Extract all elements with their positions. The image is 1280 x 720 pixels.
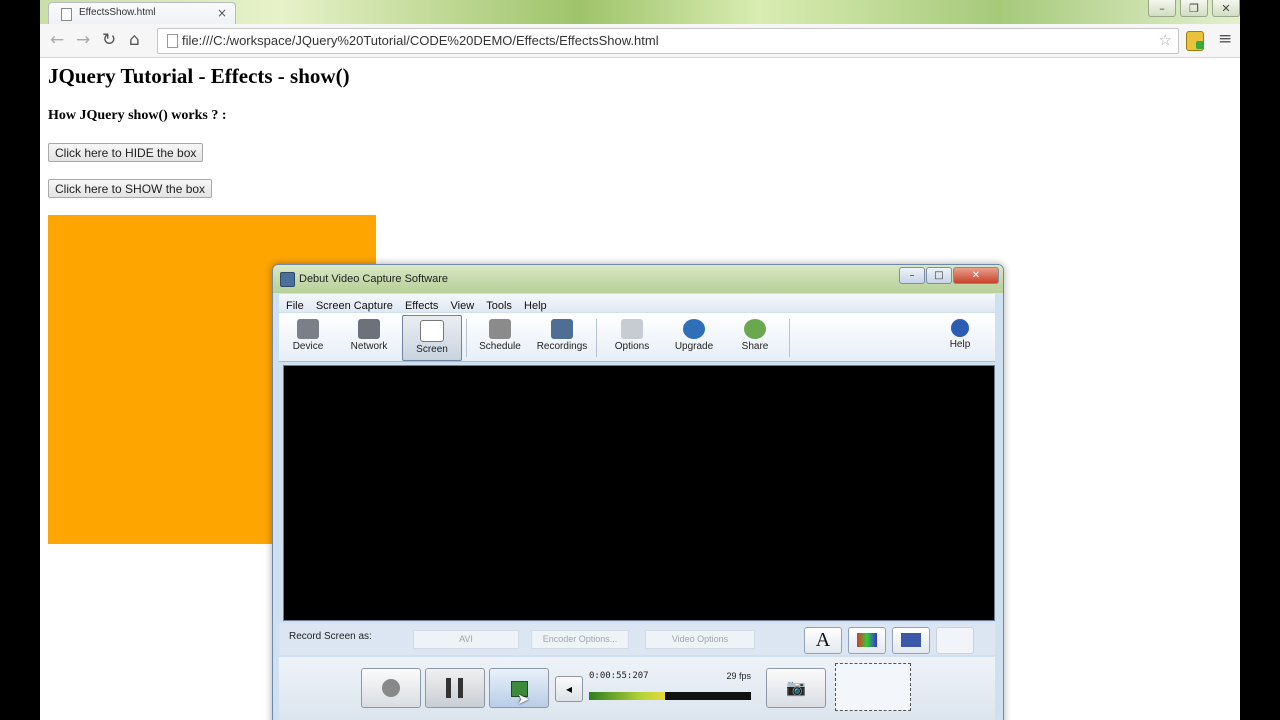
menu-tools[interactable]: Tools bbox=[486, 300, 512, 312]
reload-icon[interactable]: ↻ bbox=[102, 30, 116, 50]
page-heading: JQuery Tutorial - Effects - show() bbox=[48, 64, 350, 88]
video-effects-button[interactable] bbox=[892, 627, 930, 654]
extension-badge-icon bbox=[1196, 41, 1204, 49]
debut-window: Debut Video Capture Software – □ ✕ File … bbox=[272, 264, 1004, 720]
record-screen-as-label: Record Screen as: bbox=[289, 631, 372, 642]
pause-icon bbox=[446, 678, 451, 698]
record-icon bbox=[382, 679, 400, 697]
recording-timer: 0:00:55:207 bbox=[589, 671, 649, 681]
capture-region-preview bbox=[835, 663, 911, 711]
browser-restore-button[interactable]: ❐ bbox=[1180, 0, 1208, 17]
toolbar-network-label: Network bbox=[350, 341, 388, 352]
empty-effect-slot[interactable] bbox=[936, 627, 974, 654]
browser-window-controls: – ❐ ✕ bbox=[1144, 0, 1240, 18]
browser-close-button[interactable]: ✕ bbox=[1212, 0, 1240, 17]
page-favicon-icon bbox=[61, 8, 72, 21]
menu-file[interactable]: File bbox=[286, 300, 304, 312]
bookmark-star-icon[interactable]: ☆ bbox=[1159, 31, 1172, 49]
menu-help[interactable]: Help bbox=[524, 300, 547, 312]
debut-maximize-button[interactable]: □ bbox=[926, 267, 952, 284]
recording-status-meter: 0:00:55:207 29 fps bbox=[589, 670, 757, 704]
schedule-icon bbox=[489, 319, 511, 339]
toolbar-network[interactable]: Network bbox=[340, 315, 398, 359]
record-settings-row: Record Screen as: AVI Encoder Options...… bbox=[279, 623, 995, 655]
pause-icon bbox=[458, 678, 463, 698]
toolbar-recordings[interactable]: Recordings bbox=[533, 315, 591, 359]
menu-view[interactable]: View bbox=[451, 300, 475, 312]
toolbar-separator bbox=[596, 319, 597, 357]
screen-icon bbox=[420, 320, 444, 342]
format-select[interactable]: AVI bbox=[413, 630, 519, 649]
back-icon[interactable]: ← bbox=[50, 30, 64, 50]
screen: EffectsShow.html × – ❐ ✕ ← → ↻ ⌂ file://… bbox=[40, 0, 1240, 720]
capture-controls: ◂ 0:00:55:207 29 fps 📷 bbox=[279, 657, 995, 720]
recordings-icon bbox=[551, 319, 573, 339]
toolbar-options-label: Options bbox=[614, 341, 650, 352]
menu-screen-capture[interactable]: Screen Capture bbox=[316, 300, 393, 312]
toolbar-upgrade[interactable]: Upgrade bbox=[665, 315, 723, 359]
debut-minimize-button[interactable]: – bbox=[899, 267, 925, 284]
video-options-button[interactable]: Video Options bbox=[645, 630, 755, 649]
toolbar-recordings-label: Recordings bbox=[536, 341, 588, 352]
toolbar-options[interactable]: Options bbox=[603, 315, 661, 359]
toolbar-help[interactable]: Help bbox=[931, 315, 989, 359]
help-icon bbox=[951, 319, 969, 337]
upgrade-icon bbox=[683, 319, 705, 339]
toolbar-separator bbox=[466, 319, 467, 357]
frame-rate: 29 fps bbox=[726, 671, 751, 681]
audio-level-fill bbox=[589, 692, 665, 700]
share-icon bbox=[744, 319, 766, 339]
debut-app-icon bbox=[280, 272, 295, 287]
tab-title: EffectsShow.html bbox=[79, 7, 156, 18]
page-subheading: How JQuery show() works ? : bbox=[48, 108, 227, 123]
color-adjust-icon bbox=[857, 633, 877, 647]
toolbar-device[interactable]: Device bbox=[279, 315, 337, 359]
debut-title: Debut Video Capture Software bbox=[299, 273, 448, 285]
browser-tab[interactable]: EffectsShow.html × bbox=[48, 2, 236, 25]
debut-toolbar: Device Network Screen Schedule Recording… bbox=[279, 313, 995, 362]
tab-close-icon[interactable]: × bbox=[217, 6, 227, 20]
color-adjust-button[interactable] bbox=[848, 627, 886, 654]
video-effects-icon bbox=[901, 633, 921, 647]
debut-titlebar[interactable]: Debut Video Capture Software – □ ✕ bbox=[273, 265, 1003, 293]
home-icon[interactable]: ⌂ bbox=[129, 30, 140, 50]
encoder-options-button[interactable]: Encoder Options... bbox=[531, 630, 629, 649]
toolbar-schedule-label: Schedule bbox=[479, 341, 521, 352]
snapshot-button[interactable]: 📷 bbox=[766, 668, 826, 708]
debut-window-controls: – □ ✕ bbox=[898, 267, 999, 284]
address-bar[interactable]: file:///C:/workspace/JQuery%20Tutorial/C… bbox=[157, 28, 1179, 54]
address-url[interactable]: file:///C:/workspace/JQuery%20Tutorial/C… bbox=[182, 33, 659, 48]
menu-effects[interactable]: Effects bbox=[405, 300, 438, 312]
video-preview bbox=[283, 365, 995, 621]
forward-icon[interactable]: → bbox=[76, 30, 90, 50]
mouse-cursor-icon: ➤ bbox=[517, 690, 530, 708]
toolbar-separator bbox=[789, 319, 790, 357]
toolbar-schedule[interactable]: Schedule bbox=[471, 315, 529, 359]
toolbar-device-label: Device bbox=[292, 341, 324, 352]
toolbar-upgrade-label: Upgrade bbox=[674, 341, 714, 352]
browser-tab-strip: EffectsShow.html × – ❐ ✕ bbox=[40, 0, 1240, 25]
webcam-icon bbox=[297, 319, 319, 339]
show-box-button[interactable]: Click here to SHOW the box bbox=[48, 179, 213, 198]
network-camera-icon bbox=[358, 319, 380, 339]
record-button[interactable] bbox=[361, 668, 421, 708]
text-caption-button[interactable]: A bbox=[804, 627, 842, 654]
pause-button[interactable] bbox=[425, 668, 485, 708]
audio-level-meter bbox=[589, 692, 751, 700]
page-icon bbox=[167, 34, 178, 48]
browser-minimize-button[interactable]: – bbox=[1148, 0, 1176, 17]
hide-box-button[interactable]: Click here to HIDE the box bbox=[48, 143, 204, 162]
toolbar-share[interactable]: Share bbox=[726, 315, 784, 359]
chrome-menu-icon[interactable]: ≡ bbox=[1218, 29, 1232, 49]
debut-menubar: File Screen Capture Effects View Tools H… bbox=[279, 294, 995, 312]
debut-close-button[interactable]: ✕ bbox=[953, 267, 999, 284]
toolbar-screen[interactable]: Screen bbox=[402, 315, 462, 361]
options-icon bbox=[621, 319, 643, 339]
toolbar-share-label: Share bbox=[741, 341, 769, 352]
volume-button[interactable]: ◂ bbox=[555, 676, 583, 702]
toolbar-help-label: Help bbox=[949, 339, 971, 350]
browser-toolbar: ← → ↻ ⌂ file:///C:/workspace/JQuery%20Tu… bbox=[40, 24, 1240, 58]
toolbar-screen-label: Screen bbox=[416, 344, 448, 355]
